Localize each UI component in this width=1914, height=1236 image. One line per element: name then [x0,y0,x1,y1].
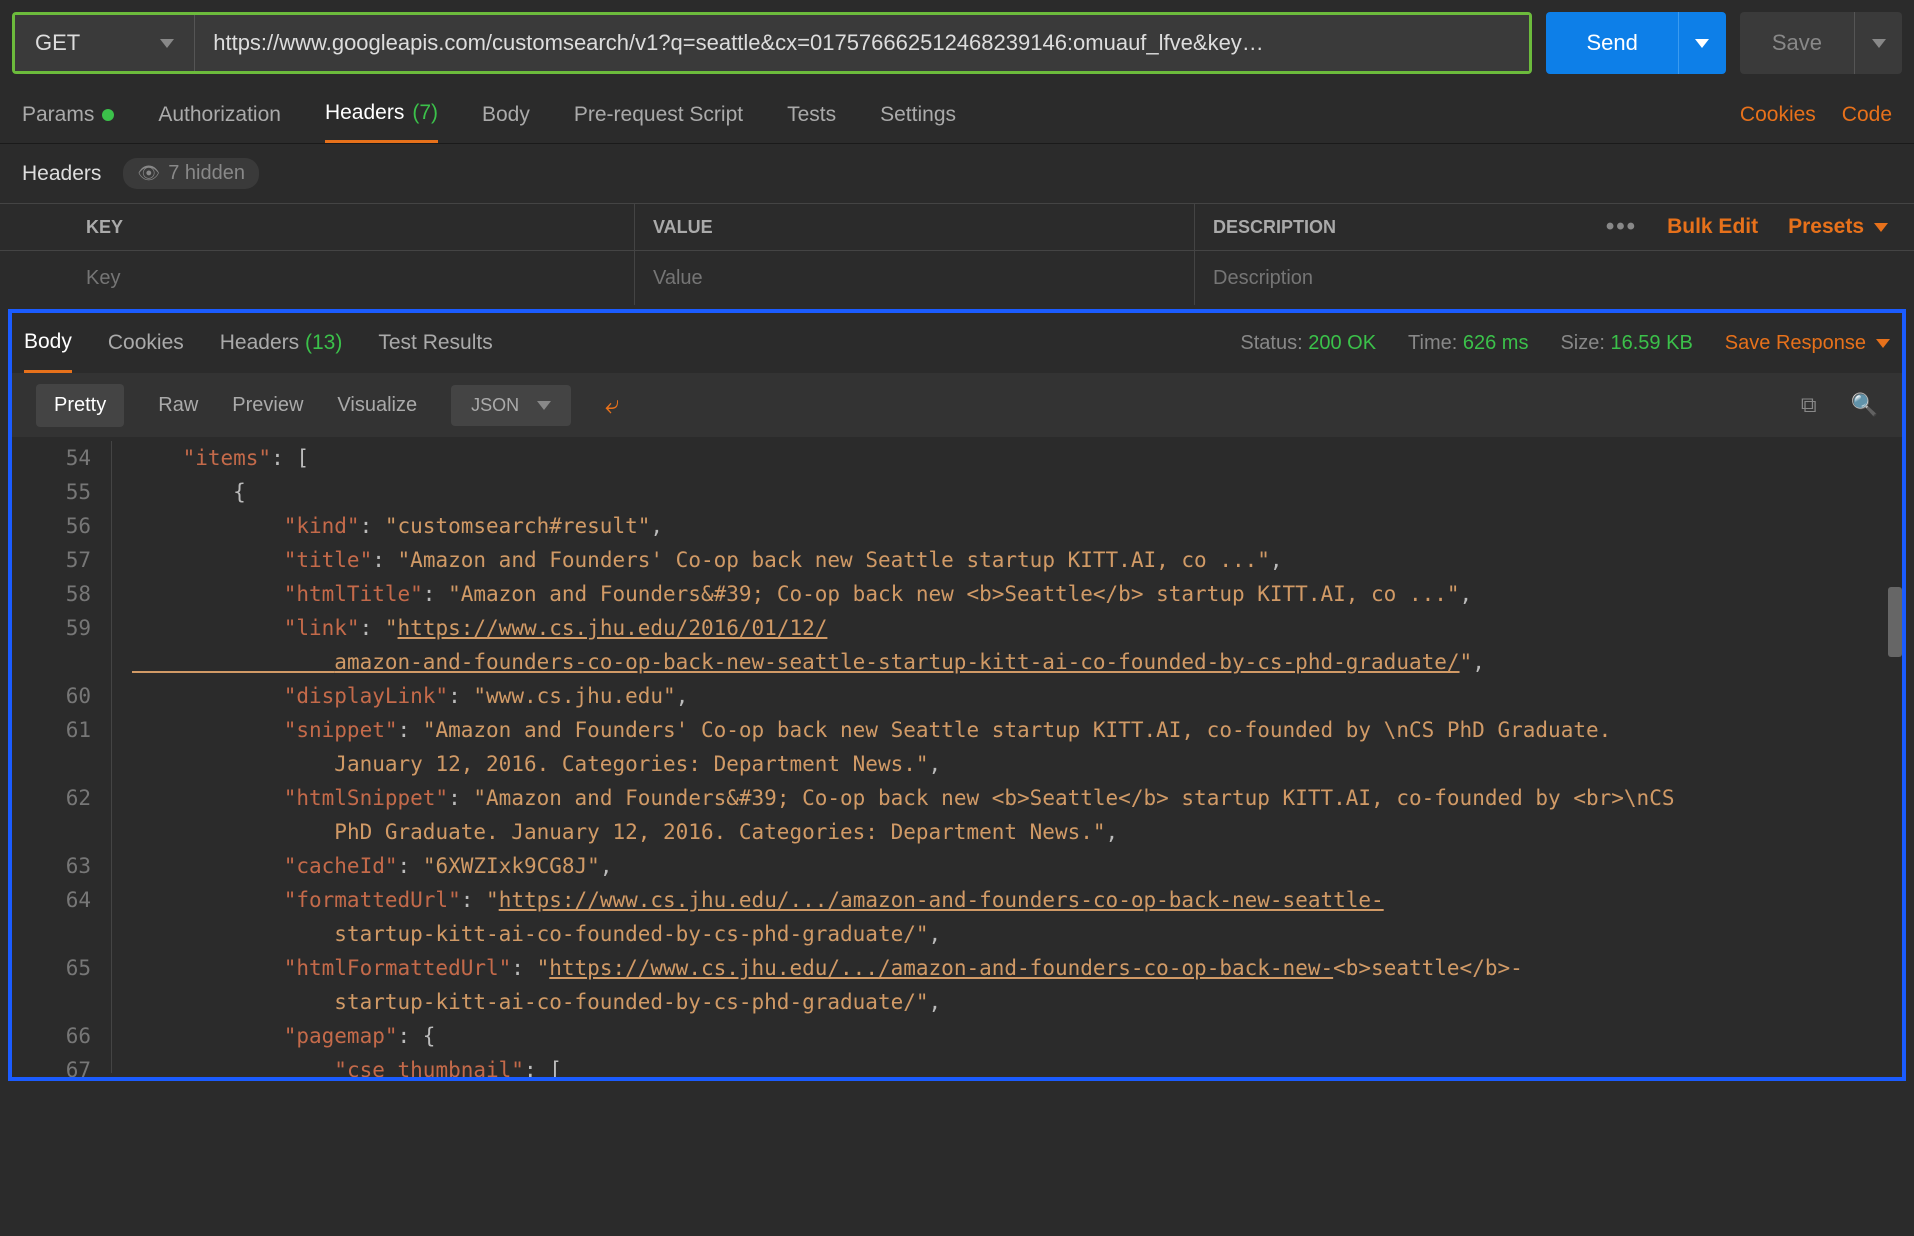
chevron-down-icon [1872,39,1886,48]
tab-params[interactable]: Params [22,86,114,143]
response-tab-cookies[interactable]: Cookies [108,313,184,373]
wrap-lines-icon[interactable]: ⤶ [605,389,620,421]
send-button[interactable]: Send [1546,12,1677,74]
response-tab-body[interactable]: Body [24,313,72,373]
chevron-down-icon [160,39,174,48]
chevron-down-icon [1874,223,1888,232]
tab-headers[interactable]: Headers(7) [325,86,438,143]
search-icon[interactable]: 🔍 [1851,392,1878,418]
tab-tests[interactable]: Tests [787,86,836,143]
send-dropdown[interactable] [1678,12,1726,74]
copy-icon[interactable]: ⧉ [1801,392,1817,418]
params-dot-icon [102,109,114,121]
response-panel: Body Cookies Headers (13) Test Results S… [8,309,1906,1081]
kv-col-value: VALUE [634,204,1194,250]
response-body-code[interactable]: 5455565758596061626364656667 "items": [ … [12,437,1902,1077]
size-meta: Size: 16.59 KB [1560,332,1692,355]
scrollbar[interactable] [1888,587,1902,657]
hidden-headers-toggle[interactable]: 👁 7 hidden [123,158,259,189]
cookies-link[interactable]: Cookies [1740,103,1816,127]
http-method-select[interactable]: GET [15,15,195,71]
request-tabs: Params Authorization Headers(7) Body Pre… [0,86,1914,144]
kv-row [0,251,1914,305]
response-tab-testresults[interactable]: Test Results [378,313,492,373]
value-input[interactable] [653,267,1194,290]
tab-body[interactable]: Body [482,86,530,143]
http-method-label: GET [35,30,80,56]
request-bar: GET [12,12,1532,74]
response-tab-headers[interactable]: Headers (13) [220,313,343,373]
save-button[interactable]: Save [1740,12,1854,74]
headers-title: Headers [22,162,101,186]
eye-icon: 👁 [137,163,160,184]
url-input[interactable] [195,15,1529,71]
tab-prerequest[interactable]: Pre-request Script [574,86,743,143]
view-preview[interactable]: Preview [232,384,303,427]
description-input[interactable] [1213,267,1914,290]
chevron-down-icon [537,401,551,410]
bulk-edit-link[interactable]: Bulk Edit [1667,215,1758,239]
time-meta: Time: 626 ms [1408,332,1528,355]
presets-dropdown[interactable]: Presets [1788,215,1888,239]
format-dropdown[interactable]: JSON [451,385,571,426]
kv-col-key: KEY [74,217,634,238]
chevron-down-icon [1695,39,1709,48]
save-response-dropdown[interactable]: Save Response [1725,332,1890,355]
tab-settings[interactable]: Settings [880,86,956,143]
kv-table-header: KEY VALUE DESCRIPTION ••• Bulk Edit Pres… [0,203,1914,251]
chevron-down-icon [1876,339,1890,348]
tab-authorization[interactable]: Authorization [158,86,281,143]
more-icon[interactable]: ••• [1606,213,1637,241]
kv-col-description: DESCRIPTION [1213,217,1336,238]
save-dropdown[interactable] [1854,12,1902,74]
view-visualize[interactable]: Visualize [337,384,417,427]
code-link[interactable]: Code [1842,103,1892,127]
key-input[interactable] [86,267,634,290]
status-meta: Status: 200 OK [1240,332,1376,355]
view-pretty[interactable]: Pretty [36,384,124,427]
view-raw[interactable]: Raw [158,384,198,427]
